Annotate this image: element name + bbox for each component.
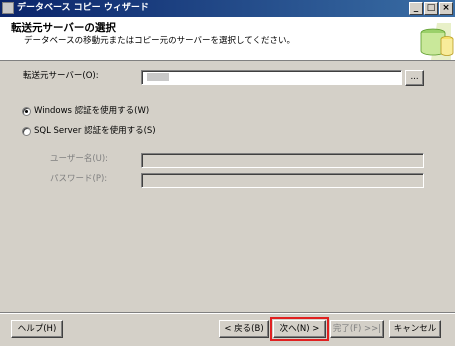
window-title: データベース コピー ウィザード (17, 3, 149, 13)
sql-auth-label[interactable]: SQL Server 認証を使用する(S) (34, 126, 156, 137)
source-server-label: 転送元サーバー(O): (23, 71, 99, 81)
wizard-header: 転送元サーバーの選択 データベースの移動元またはコピー元のサーバーを選択してくだ… (0, 17, 455, 61)
sql-auth-radio[interactable] (22, 127, 31, 136)
app-icon (2, 2, 14, 14)
radio-selected-dot (25, 110, 28, 113)
database-icon (407, 17, 455, 60)
footer-separator (0, 312, 455, 314)
window-title-bar[interactable]: データベース コピー ウィザード _ □ × (0, 0, 455, 17)
page-subtitle: データベースの移動元またはコピー元のサーバーを選択してください。 (24, 36, 295, 46)
source-server-field[interactable] (141, 70, 402, 85)
close-button[interactable]: × (439, 2, 453, 15)
help-button[interactable]: ヘルプ(H) (11, 320, 63, 338)
back-button[interactable]: < 戻る(B) (219, 320, 269, 338)
password-field[interactable] (141, 173, 424, 188)
finish-button[interactable]: 完了(F) >>| (330, 320, 384, 338)
password-label: パスワード(P): (50, 174, 108, 184)
cancel-button[interactable]: キャンセル (389, 320, 441, 338)
windows-auth-label[interactable]: Windows 認証を使用する(W) (34, 106, 149, 117)
maximize-button[interactable]: □ (424, 2, 438, 15)
page-title: 転送元サーバーの選択 (11, 22, 116, 34)
username-label: ユーザー名(U): (50, 154, 109, 164)
redacted-text (147, 72, 169, 81)
browse-server-button[interactable]: ... (405, 70, 424, 86)
windows-auth-radio[interactable] (22, 107, 31, 116)
username-field[interactable] (141, 153, 424, 168)
next-button[interactable]: 次へ(N) > (270, 317, 329, 341)
minimize-button[interactable]: _ (409, 2, 423, 15)
